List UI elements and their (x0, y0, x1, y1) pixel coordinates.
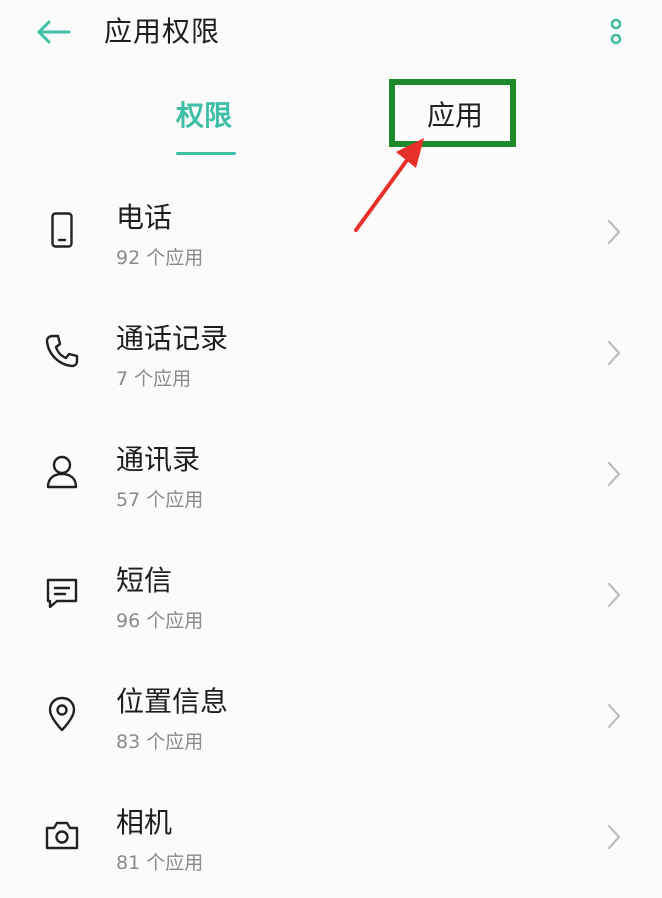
permission-item-call-log[interactable]: 通话记录 7 个应用 (0, 293, 662, 414)
chevron-right-icon (607, 703, 621, 729)
chevron-right-icon (607, 340, 621, 366)
page-title: 应用权限 (104, 15, 221, 48)
chevron-right-icon (607, 219, 621, 245)
permission-label: 位置信息 (116, 685, 229, 718)
active-tab-indicator (176, 152, 236, 155)
camera-icon (45, 821, 79, 850)
permission-item-sms[interactable]: 短信 96 个应用 (0, 535, 662, 656)
permission-label: 通讯录 (116, 443, 201, 476)
permission-item-location[interactable]: 位置信息 83 个应用 (0, 656, 662, 777)
person-icon (46, 455, 78, 489)
permission-app-count: 7 个应用 (116, 368, 192, 390)
permission-app-count: 83 个应用 (116, 731, 204, 753)
permission-label: 短信 (116, 564, 173, 597)
back-button[interactable] (34, 14, 74, 50)
permission-item-camera[interactable]: 相机 81 个应用 (0, 777, 662, 898)
more-options-button[interactable] (598, 14, 634, 50)
app-header: 应用权限 (0, 0, 662, 64)
permission-app-count: 92 个应用 (116, 247, 204, 269)
permission-list: 电话 92 个应用 通话记录 7 个应用 通讯录 57 个应用 短信 96 个应… (0, 172, 662, 898)
permission-item-contacts[interactable]: 通讯录 57 个应用 (0, 414, 662, 535)
location-pin-icon (48, 696, 76, 732)
chevron-right-icon (607, 461, 621, 487)
arrow-left-icon (37, 20, 71, 44)
permission-app-count: 96 个应用 (116, 610, 204, 632)
permission-app-count: 57 个应用 (116, 489, 204, 511)
permission-item-phone[interactable]: 电话 92 个应用 (0, 172, 662, 293)
permission-label: 电话 (116, 201, 173, 234)
phone-device-icon (51, 212, 73, 248)
more-vertical-icon (610, 18, 622, 45)
chevron-right-icon (607, 582, 621, 608)
message-icon (46, 578, 78, 609)
permission-label: 相机 (116, 806, 173, 839)
tab-permissions[interactable]: 权限 (176, 96, 232, 136)
chevron-right-icon (607, 824, 621, 850)
phone-handset-icon (45, 334, 79, 368)
permission-label: 通话记录 (116, 322, 229, 355)
permission-app-count: 81 个应用 (116, 852, 204, 874)
